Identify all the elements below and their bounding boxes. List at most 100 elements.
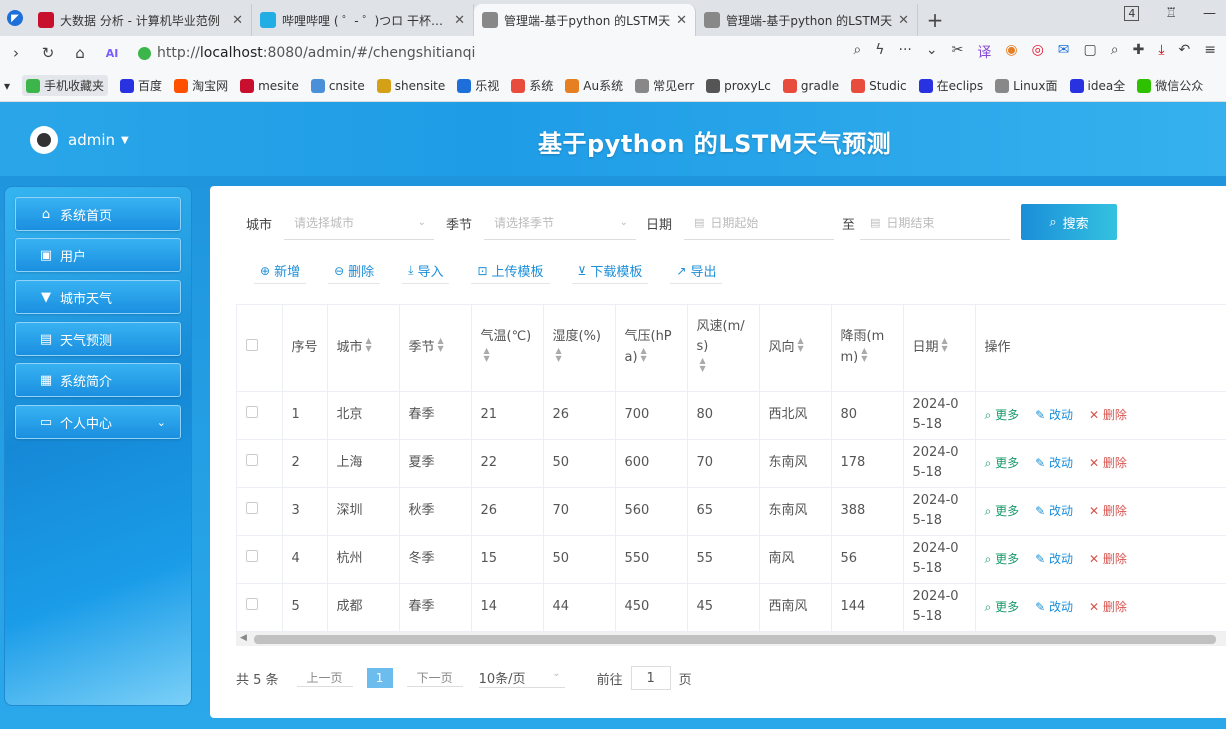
bookmark-item[interactable]: Studic	[851, 78, 907, 93]
page-size-select[interactable]: 10条/页 ⌄	[478, 668, 565, 688]
import-button[interactable]: ⤓ 导入	[402, 258, 450, 284]
upload-template-button[interactable]: ⊡ 上传模板	[471, 258, 550, 284]
sort-icon[interactable]: ▲ ▼	[861, 347, 867, 363]
bookmark-item[interactable]: 乐视	[457, 77, 499, 94]
bookmark-item[interactable]: proxyLc	[706, 78, 771, 93]
ai-icon[interactable]: AI	[96, 47, 128, 60]
city-select[interactable]: 请选择城市 ⌄	[284, 206, 434, 240]
row-delete-button[interactable]: ✕ 删除	[1089, 408, 1127, 422]
undo-icon[interactable]: ↶	[1179, 42, 1191, 62]
box-icon[interactable]: ▢	[1084, 42, 1097, 62]
row-checkbox[interactable]	[246, 406, 258, 418]
user-menu[interactable]: admin ▼	[30, 126, 129, 154]
bookmark-item[interactable]: Au系统	[565, 77, 623, 94]
row-edit-button[interactable]: ✎ 改动	[1035, 600, 1073, 614]
bookmark-item[interactable]: mesite	[240, 78, 299, 93]
url-field[interactable]: http://localhost:8080/admin/#/chengshiti…	[138, 40, 738, 66]
sort-icon[interactable]: ▲ ▼	[942, 337, 948, 353]
export-button[interactable]: ↗ 导出	[670, 258, 723, 284]
row-edit-button[interactable]: ✎ 改动	[1035, 552, 1073, 566]
sort-icon[interactable]: ▲ ▼	[484, 347, 490, 363]
season-select[interactable]: 请选择季节 ⌄	[484, 206, 636, 240]
sort-icon[interactable]: ▲ ▼	[798, 337, 804, 353]
tab-close-icon[interactable]: ✕	[232, 13, 243, 28]
search-icon[interactable]: ⌕	[1111, 42, 1119, 62]
bookmark-item[interactable]: Linux面	[995, 77, 1058, 94]
game-icon[interactable]: ◉	[1005, 42, 1017, 62]
row-delete-button[interactable]: ✕ 删除	[1089, 600, 1127, 614]
row-edit-button[interactable]: ✎ 改动	[1035, 504, 1073, 518]
col-header[interactable]: 风向 ▲ ▼	[759, 305, 832, 392]
row-delete-button[interactable]: ✕ 删除	[1089, 504, 1127, 518]
row-more-button[interactable]: ⌕ 更多	[985, 600, 1020, 614]
zoom-icon[interactable]: ⌕	[853, 42, 861, 62]
sort-icon[interactable]: ▲ ▼	[556, 347, 562, 363]
reload-icon[interactable]: ↻	[32, 44, 64, 62]
horizontal-scrollbar[interactable]: ◀	[236, 632, 1226, 646]
select-all-checkbox[interactable]	[246, 338, 258, 351]
add-button[interactable]: ⊕ 新增	[254, 258, 307, 284]
sidebar-item-home[interactable]: ⌂ 系统首页	[15, 197, 181, 231]
row-checkbox[interactable]	[246, 598, 258, 610]
row-checkbox[interactable]	[246, 454, 258, 466]
row-checkbox[interactable]	[246, 550, 258, 562]
col-header[interactable]: 城市 ▲ ▼	[327, 305, 400, 392]
sidebar-item-user[interactable]: ▣ 用户	[15, 238, 181, 272]
sidebar-item-weather-forecast[interactable]: ▤ 天气预测	[15, 322, 181, 356]
bookmark-item[interactable]: 系统	[511, 77, 553, 94]
tab-close-icon[interactable]: ✕	[676, 13, 687, 28]
browser-tab-2[interactable]: 哔哩哔哩 ( ゜- ゜)つロ 干杯~-b ✕	[252, 4, 474, 36]
col-header[interactable]: 湿度(%) ▲ ▼	[543, 305, 616, 392]
bookmark-item[interactable]: cnsite	[310, 78, 365, 93]
bookmark-item[interactable]: 淘宝网	[174, 77, 228, 94]
translate-icon[interactable]: 译	[977, 42, 991, 62]
sidebar-item-city-weather[interactable]: ▼ 城市天气	[15, 280, 181, 314]
mail-icon[interactable]: ✉	[1058, 42, 1070, 62]
extension-icon[interactable]: ✚	[1133, 42, 1145, 62]
col-header[interactable]: 日期 ▲ ▼	[903, 305, 976, 392]
delete-button[interactable]: ⊖ 删除	[328, 258, 381, 284]
col-header[interactable]: 气压(hPa) ▲ ▼	[615, 305, 688, 392]
col-header[interactable]: 风速(m/s) ▲ ▼	[687, 305, 760, 392]
col-header[interactable]: 降雨(mm) ▲ ▼	[831, 305, 904, 392]
shirt-icon[interactable]: ♖	[1165, 6, 1177, 21]
page-number-current[interactable]: 1	[366, 668, 393, 688]
sidebar-item-system-intro[interactable]: ▦ 系统简介	[15, 363, 181, 397]
bookmark-item[interactable]: 百度	[120, 77, 162, 94]
sidebar-item-personal-center[interactable]: ▭ 个人中心 ⌄	[15, 405, 181, 439]
prev-page-button[interactable]: 上一页	[296, 669, 353, 687]
chevron-down-icon[interactable]: ⌄	[926, 42, 938, 62]
download-icon[interactable]: ⤓	[1158, 42, 1164, 62]
scroll-left-icon[interactable]: ◀	[240, 633, 247, 643]
row-delete-button[interactable]: ✕ 删除	[1089, 552, 1127, 566]
tab-count-button[interactable]: 4	[1124, 6, 1140, 21]
bookmarks-dropdown[interactable]: ▾	[4, 79, 10, 93]
bookmark-item[interactable]: 常见err	[635, 77, 694, 94]
bookmark-item[interactable]: shensite	[376, 78, 445, 93]
row-more-button[interactable]: ⌕ 更多	[985, 504, 1020, 518]
lightning-icon[interactable]: ϟ	[875, 42, 884, 62]
row-more-button[interactable]: ⌕ 更多	[985, 408, 1020, 422]
row-edit-button[interactable]: ✎ 改动	[1035, 408, 1073, 422]
browser-menu[interactable]: ◤	[0, 0, 30, 36]
tab-close-icon[interactable]: ✕	[454, 13, 465, 28]
scrollbar-thumb[interactable]	[254, 635, 1216, 644]
bookmark-item[interactable]: gradle	[782, 78, 839, 93]
download-template-button[interactable]: ⊻ 下载模板	[571, 258, 649, 284]
cut-icon[interactable]: ✂	[952, 42, 964, 62]
sort-icon[interactable]: ▲ ▼	[700, 357, 706, 373]
back-icon[interactable]: ›	[0, 44, 32, 62]
menu-icon[interactable]: ≡	[1204, 42, 1216, 62]
row-delete-button[interactable]: ✕ 删除	[1089, 456, 1127, 470]
date-start-picker[interactable]: ▤ 日期起始	[684, 206, 834, 240]
tab-close-icon[interactable]: ✕	[898, 13, 909, 28]
sort-icon[interactable]: ▲ ▼	[641, 347, 647, 363]
weibo-icon[interactable]: ◎	[1032, 42, 1044, 62]
col-header[interactable]: 气温(℃) ▲ ▼	[471, 305, 544, 392]
bookmark-item[interactable]: 在eclips	[918, 77, 983, 94]
browser-tab-1[interactable]: 大数据 分析 - 计算机毕业范例 ✕	[30, 4, 252, 36]
minimize-icon[interactable]: —	[1203, 6, 1216, 21]
goto-page-input[interactable]: 1	[630, 666, 671, 690]
home-icon[interactable]: ⌂	[64, 44, 96, 62]
search-button[interactable]: ⌕ 搜索	[1021, 204, 1117, 240]
